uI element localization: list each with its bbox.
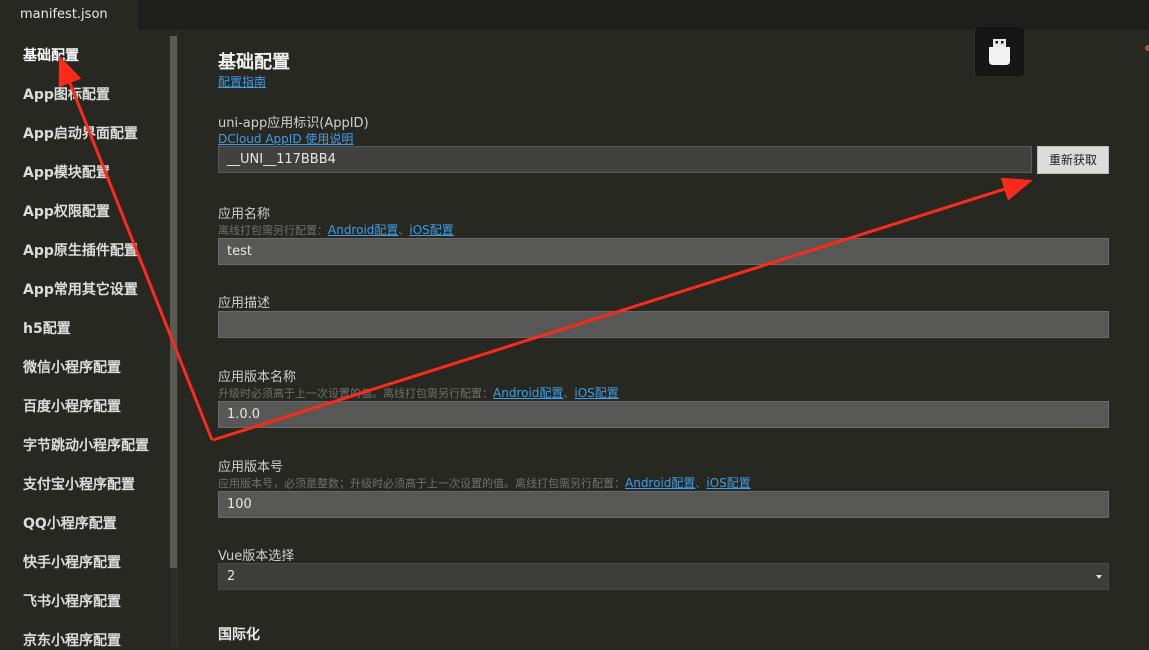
sidebar-divider — [177, 30, 178, 647]
sidebar-item-basic[interactable]: 基础配置 — [23, 45, 79, 65]
i18n-section-title: 国际化 — [218, 627, 260, 643]
version-code-field[interactable]: 100 — [218, 491, 1109, 518]
app-name-hint-text: 离线打包需另行配置： — [218, 224, 328, 237]
sidebar-item-app-icon[interactable]: App图标配置 — [23, 84, 110, 104]
version-code-link-separator: 、 — [695, 477, 707, 490]
sidebar-item-toutiao[interactable]: 字节跳动小程序配置 — [23, 435, 149, 455]
app-name-ios-link[interactable]: iOS配置 — [409, 223, 453, 237]
version-code-label: 应用版本号 — [218, 460, 284, 475]
tab-manifest-json[interactable]: manifest.json — [0, 0, 138, 30]
settings-sidebar: 基础配置 App图标配置 App启动界面配置 App模块配置 App权限配置 A… — [0, 30, 170, 650]
version-name-link-separator: 、 — [563, 387, 575, 400]
sidebar-item-app-permissions[interactable]: App权限配置 — [23, 201, 110, 221]
version-name-hint: 升级时必须高于上一次设置的值。离线打包需另行配置：Android配置、iOS配置 — [218, 384, 619, 401]
sidebar-item-jd[interactable]: 京东小程序配置 — [23, 630, 121, 650]
version-code-hint-text: 应用版本号，必须是整数；升级时必须高于上一次设置的值。离线打包需另行配置： — [218, 477, 625, 490]
sidebar-scrollbar-thumb[interactable] — [170, 36, 177, 568]
refresh-appid-button[interactable]: 重新获取 — [1037, 146, 1109, 174]
sidebar-item-alipay[interactable]: 支付宝小程序配置 — [23, 474, 135, 494]
appid-help-link[interactable]: DCloud AppID 使用说明 — [218, 130, 353, 147]
app-desc-label: 应用描述 — [218, 296, 271, 311]
sidebar-item-kuaishou[interactable]: 快手小程序配置 — [23, 552, 121, 572]
version-code-ios-link[interactable]: iOS配置 — [706, 476, 750, 490]
sidebar-item-qq[interactable]: QQ小程序配置 — [23, 513, 117, 533]
editor-tab-bar: manifest.json — [0, 0, 1149, 30]
page-title: 基础配置 — [218, 52, 290, 73]
version-name-ios-link[interactable]: iOS配置 — [574, 386, 618, 400]
version-name-label: 应用版本名称 — [218, 370, 297, 385]
app-name-link-separator: 、 — [398, 224, 410, 237]
app-name-hint: 离线打包需另行配置：Android配置、iOS配置 — [218, 221, 454, 238]
settings-form: 基础配置 配置指南 uni-app应用标识(AppID) DCloud AppI… — [218, 30, 1109, 647]
vue-version-value: 2 — [227, 569, 236, 584]
caret-down-icon — [1096, 575, 1102, 579]
version-name-android-link[interactable]: Android配置 — [493, 386, 563, 400]
app-name-label: 应用名称 — [218, 207, 271, 222]
version-name-hint-text: 升级时必须高于上一次设置的值。离线打包需另行配置： — [218, 387, 493, 400]
config-guide-link[interactable]: 配置指南 — [218, 73, 266, 90]
version-code-android-link[interactable]: Android配置 — [625, 476, 695, 490]
sidebar-item-feishu[interactable]: 飞书小程序配置 — [23, 591, 121, 611]
app-name-android-link[interactable]: Android配置 — [328, 223, 398, 237]
sidebar-item-app-splash[interactable]: App启动界面配置 — [23, 123, 138, 143]
version-code-hint: 应用版本号，必须是整数；升级时必须高于上一次设置的值。离线打包需另行配置：And… — [218, 474, 751, 491]
edge-marker — [1145, 45, 1149, 51]
sidebar-item-app-native-plugins[interactable]: App原生插件配置 — [23, 240, 138, 260]
vue-version-select[interactable]: 2 — [218, 563, 1109, 590]
sidebar-item-weixin[interactable]: 微信小程序配置 — [23, 357, 121, 377]
vue-version-label: Vue版本选择 — [218, 549, 295, 564]
appid-label: uni-app应用标识(AppID) — [218, 116, 369, 131]
version-name-field[interactable]: 1.0.0 — [218, 401, 1109, 428]
app-name-field[interactable]: test — [218, 238, 1109, 265]
usb-drive-icon[interactable] — [975, 27, 1024, 76]
sidebar-item-h5[interactable]: h5配置 — [23, 318, 71, 338]
sidebar-item-app-other[interactable]: App常用其它设置 — [23, 279, 138, 299]
sidebar-item-baidu[interactable]: 百度小程序配置 — [23, 396, 121, 416]
app-desc-field[interactable] — [218, 311, 1109, 338]
appid-field[interactable]: __UNI__117BBB4 — [218, 146, 1032, 173]
sidebar-item-app-modules[interactable]: App模块配置 — [23, 162, 110, 182]
